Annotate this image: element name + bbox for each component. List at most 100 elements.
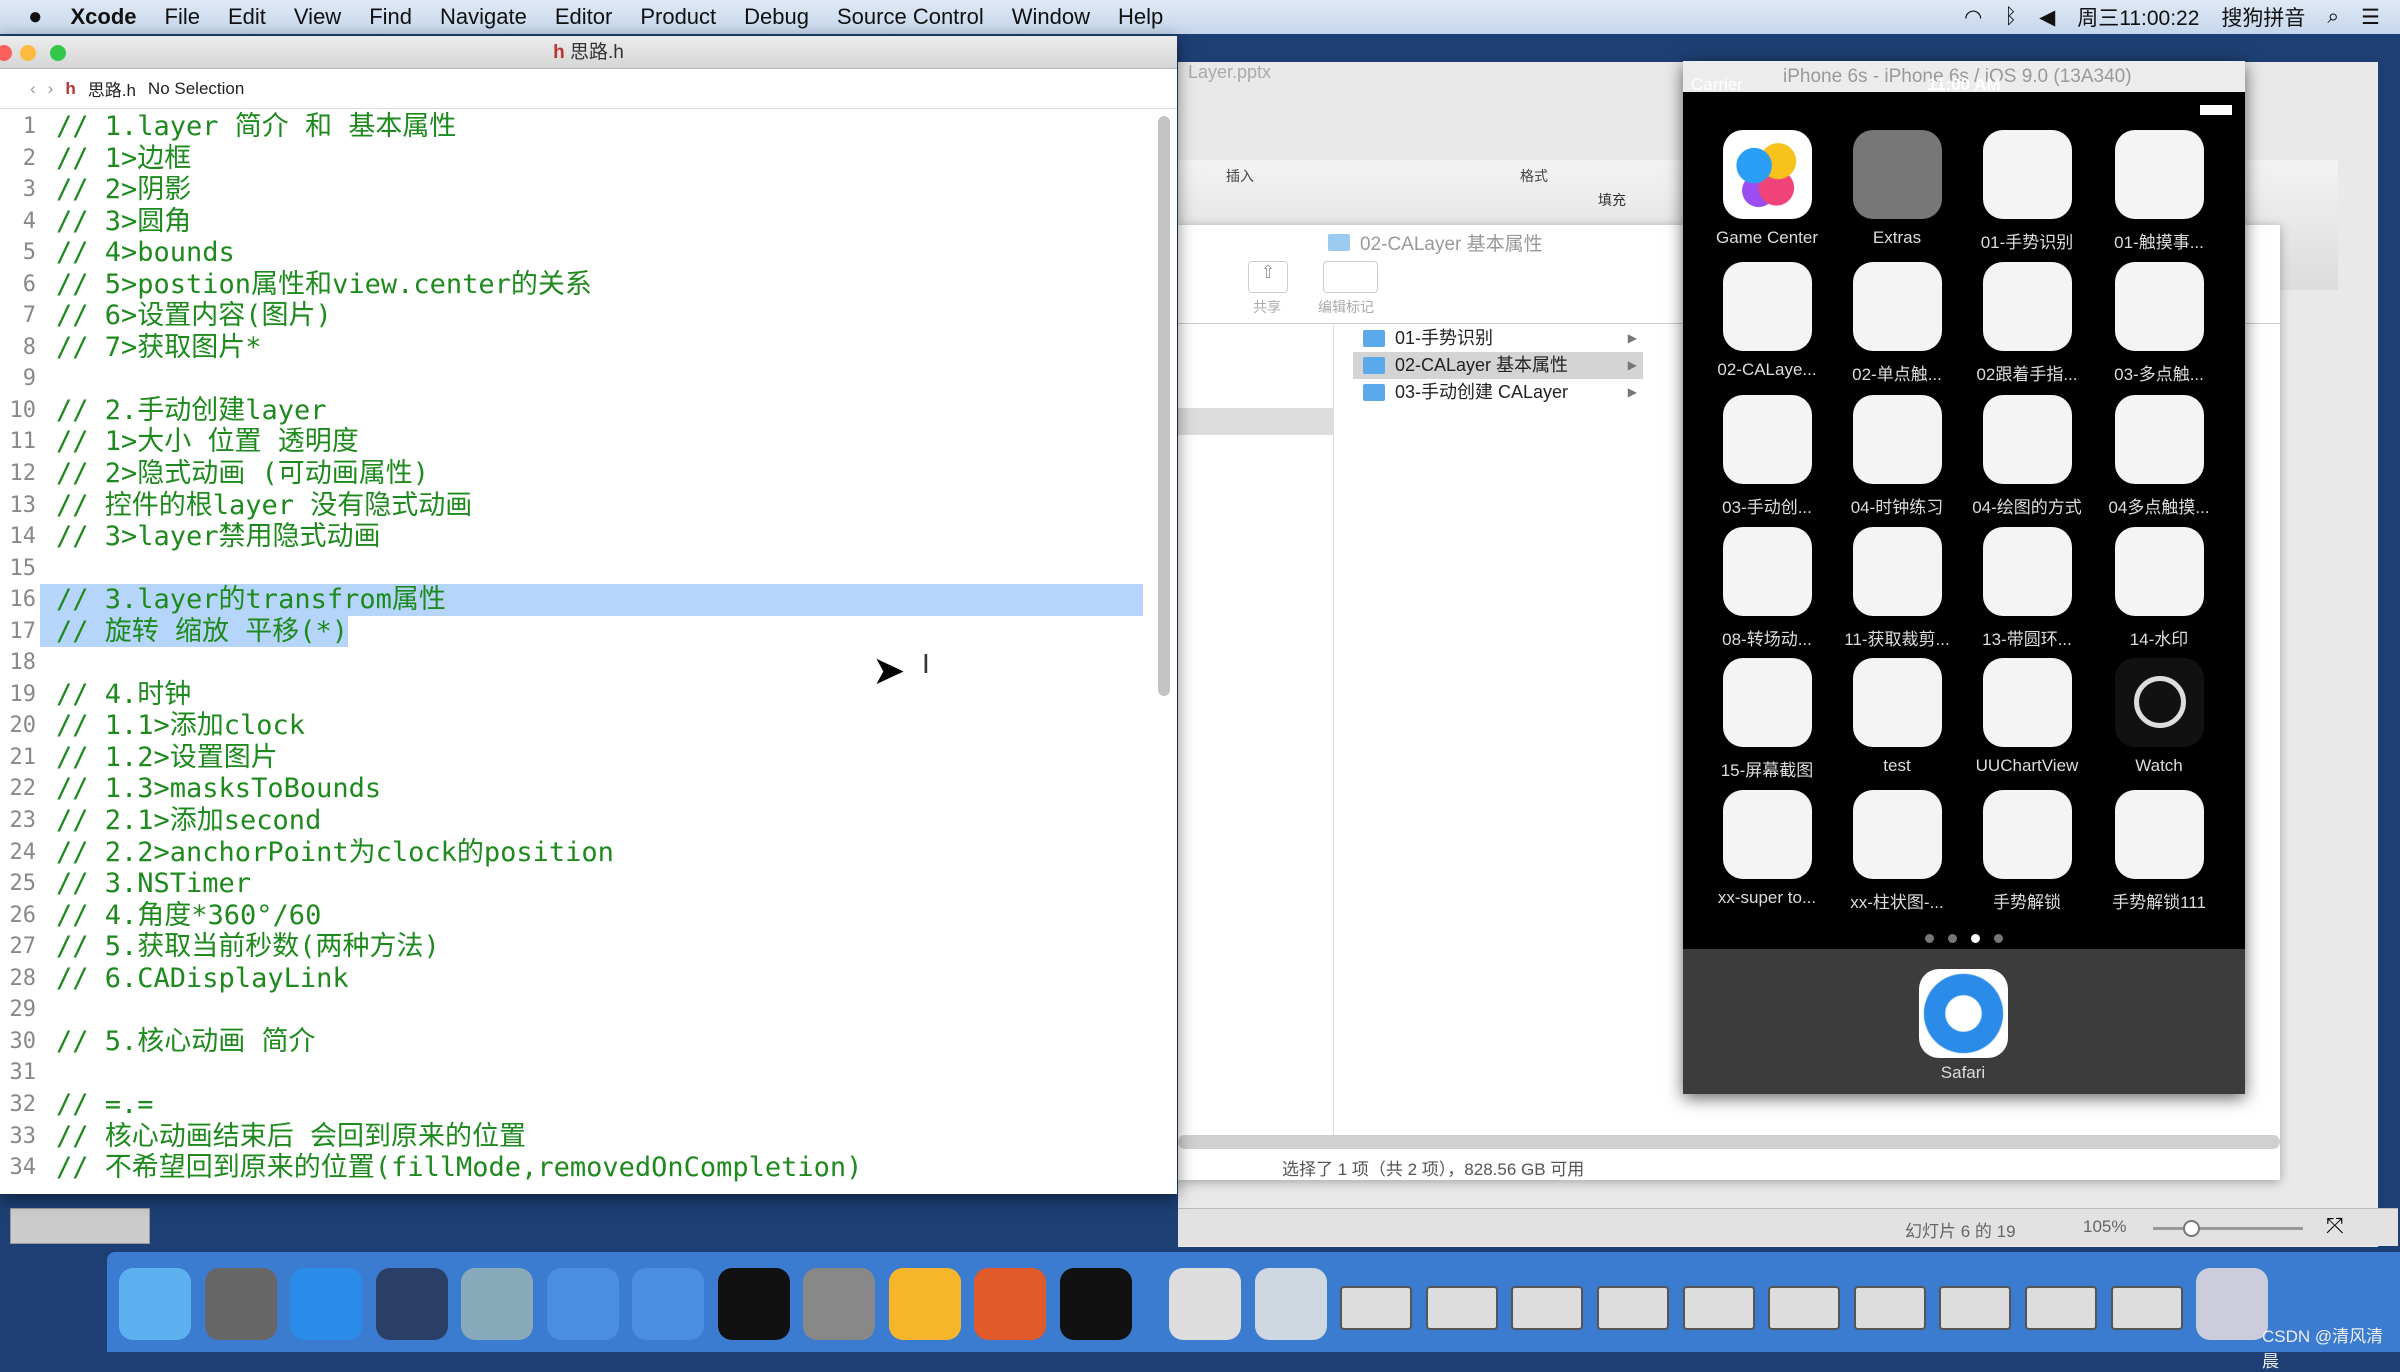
clock[interactable]: 周三11:00:22: [2077, 2, 2199, 32]
view-mode-buttons[interactable]: [10, 1208, 150, 1244]
code-line[interactable]: 27 // 5.获取当前秒数(两种方法): [0, 931, 1177, 963]
dock-powerpoint-icon[interactable]: [974, 1268, 1046, 1340]
dock-window-7-icon[interactable]: [1853, 1286, 1926, 1330]
code-line[interactable]: 24 // 2.2>anchorPoint为clock的position: [0, 837, 1177, 869]
fullscreen-icon[interactable]: ⤧: [2326, 1213, 2344, 1239]
menu-app-xcode[interactable]: Xcode: [71, 4, 137, 30]
page-dot[interactable]: [1971, 934, 1980, 943]
code-line[interactable]: 12 // 2>隐式动画 (可动画属性): [0, 458, 1177, 490]
menu-view[interactable]: View: [294, 4, 341, 30]
folder-row[interactable]: 03-手动创建 CALayer ▶: [1353, 379, 1643, 406]
page-dot[interactable]: [1994, 934, 2003, 943]
code-line[interactable]: 9: [0, 363, 1177, 395]
code-line[interactable]: 32 // =.=: [0, 1089, 1177, 1121]
dock-launchpad-icon[interactable]: [204, 1268, 277, 1340]
code-line[interactable]: 10 // 2.手动创建layer: [0, 395, 1177, 427]
jump-selection[interactable]: No Selection: [148, 79, 244, 99]
app-icon[interactable]: [1723, 130, 1812, 219]
code-line[interactable]: 7 // 6>设置内容(图片): [0, 300, 1177, 332]
back-button[interactable]: ‹: [30, 79, 36, 99]
dock-mouse-icon[interactable]: [375, 1268, 448, 1340]
code-editor[interactable]: 1 // 1.layer 简介 和 基本属性 2 // 1>边框 3 // 2>阴影 4 //…: [0, 111, 1177, 1194]
code-line[interactable]: 13 // 控件的根layer 没有隐式动画: [0, 490, 1177, 522]
page-dot[interactable]: [1948, 934, 1957, 943]
code-line[interactable]: 17// 旋转 缩放 平移(*): [0, 615, 1177, 648]
code-line[interactable]: 21 // 1.2>设置图片: [0, 742, 1177, 774]
dock-safari-icon[interactable]: [290, 1268, 362, 1340]
code-line[interactable]: 29: [0, 994, 1177, 1026]
app-icon[interactable]: [2115, 527, 2204, 616]
app-icon[interactable]: [2115, 790, 2204, 879]
menu-editor[interactable]: Editor: [555, 4, 612, 30]
code-line[interactable]: 20 // 1.1>添加clock: [0, 710, 1177, 742]
dock-window-2-icon[interactable]: [1425, 1286, 1498, 1330]
app-icon[interactable]: [2115, 262, 2204, 351]
app-icon[interactable]: [2115, 658, 2204, 747]
app-icon[interactable]: [1853, 658, 1942, 747]
menu-file[interactable]: File: [165, 4, 200, 30]
code-line[interactable]: 4 // 3>圆角: [0, 206, 1177, 238]
sidebar-selected-row[interactable]: [1178, 408, 1333, 435]
code-line[interactable]: 5 // 4>bounds: [0, 237, 1177, 269]
code-line[interactable]: 30 // 5.核心动画 简介: [0, 1026, 1177, 1058]
code-line[interactable]: 19 // 4.时钟: [0, 679, 1177, 711]
zoom-button[interactable]: [50, 45, 66, 61]
dock-xcode-icon[interactable]: [546, 1268, 619, 1340]
code-line[interactable]: 25 // 3.NSTimer: [0, 868, 1177, 900]
close-button[interactable]: [0, 45, 12, 61]
app-icon[interactable]: [1853, 395, 1942, 484]
menu-product[interactable]: Product: [640, 4, 716, 30]
app-icon[interactable]: [1723, 395, 1812, 484]
app-icon[interactable]: [1983, 262, 2072, 351]
menu-debug[interactable]: Debug: [744, 4, 809, 30]
code-line[interactable]: 14 // 3>layer禁用隐式动画: [0, 521, 1177, 553]
code-line[interactable]: 3 // 2>阴影: [0, 174, 1177, 206]
code-line[interactable]: 6 // 5>postion属性和view.center的关系: [0, 269, 1177, 301]
dock-instruments-icon[interactable]: [632, 1268, 704, 1340]
zoom-level[interactable]: 105%: [2083, 1217, 2126, 1237]
apple-menu-icon[interactable]: ●: [28, 3, 43, 31]
app-icon[interactable]: [1983, 395, 2072, 484]
dock-preview-icon[interactable]: [1254, 1268, 1327, 1340]
app-icon[interactable]: [1853, 527, 1942, 616]
app-icon[interactable]: [1723, 790, 1812, 879]
app-icon[interactable]: [1853, 262, 1942, 351]
app-icon[interactable]: [1853, 790, 1942, 879]
code-line[interactable]: 18: [0, 647, 1177, 679]
code-line[interactable]: 2 // 1>边框: [0, 143, 1177, 175]
dock-trash-icon[interactable]: [2196, 1268, 2269, 1340]
menu-navigate[interactable]: Navigate: [440, 4, 527, 30]
dock-window-8-icon[interactable]: [1939, 1286, 2012, 1330]
folder-row[interactable]: 02-CALayer 基本属性 ▶: [1353, 352, 1643, 379]
code-line[interactable]: 8 // 7>获取图片*: [0, 332, 1177, 364]
app-icon[interactable]: [1983, 658, 2072, 747]
app-icon[interactable]: [1723, 262, 1812, 351]
spotlight-dot[interactable]: [1925, 934, 1934, 943]
folder-row[interactable]: 01-手势识别 ▶: [1353, 325, 1643, 352]
code-line[interactable]: 31: [0, 1057, 1177, 1089]
app-icon[interactable]: [1983, 790, 2072, 879]
app-icon[interactable]: [2115, 395, 2204, 484]
fill-button[interactable]: 填充: [1598, 190, 1626, 210]
app-icon[interactable]: [1723, 527, 1812, 616]
bluetooth-icon[interactable]: ᛒ: [2004, 5, 2017, 29]
minimize-button[interactable]: [20, 45, 36, 61]
code-line[interactable]: 23 // 2.1>添加second: [0, 805, 1177, 837]
zoom-slider[interactable]: [2153, 1227, 2303, 1230]
tag-icon[interactable]: [1323, 261, 1378, 293]
spotlight-icon[interactable]: ⌕: [2327, 5, 2339, 29]
code-line[interactable]: 16// 3.layer的transfrom属性: [0, 584, 1177, 616]
jump-file[interactable]: 思路.h: [88, 76, 136, 101]
dock-terminal-icon[interactable]: [717, 1268, 790, 1340]
app-icon[interactable]: [1723, 658, 1812, 747]
vertical-scrollbar[interactable]: [1158, 116, 1170, 696]
code-line[interactable]: 11 // 1>大小 位置 透明度: [0, 426, 1177, 458]
code-line[interactable]: 26 // 4.角度*360°/60: [0, 900, 1177, 932]
dock-window-4-icon[interactable]: [1597, 1286, 1669, 1330]
app-icon[interactable]: [1853, 130, 1942, 219]
code-line[interactable]: 22 // 1.3>masksToBounds: [0, 773, 1177, 805]
dock-window-5-icon[interactable]: [1682, 1286, 1755, 1330]
menu-window[interactable]: Window: [1012, 4, 1090, 30]
dock-window-1-icon[interactable]: [1340, 1286, 1413, 1330]
dock-window-6-icon[interactable]: [1768, 1286, 1841, 1330]
